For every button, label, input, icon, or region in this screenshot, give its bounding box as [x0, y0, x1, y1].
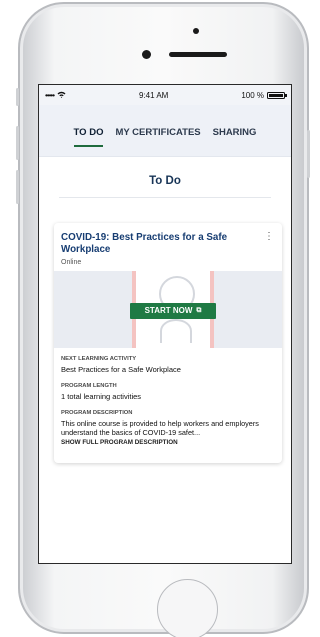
app-screen: ••••• 9:41 AM 100 % TO DO MY CERTIFICATE…	[38, 84, 292, 564]
wifi-icon	[57, 91, 66, 100]
tab-my-certificates[interactable]: MY CERTIFICATES	[115, 127, 200, 144]
status-time: 9:41 AM	[138, 90, 169, 100]
start-now-button[interactable]: START NOW ⧉	[130, 302, 216, 319]
home-button[interactable]	[157, 579, 218, 637]
next-activity-value: Best Practices for a Safe Workplace	[61, 364, 181, 374]
battery-percent: 100 %	[241, 90, 264, 100]
status-bar: ••••• 9:41 AM 100 %	[39, 85, 291, 105]
tab-bar: TO DO MY CERTIFICATES SHARING	[39, 105, 291, 157]
external-link-icon: ⧉	[196, 306, 202, 314]
more-options-icon[interactable]: ⋮	[264, 231, 274, 242]
program-format: Online	[61, 258, 82, 266]
program-description-label: PROGRAM DESCRIPTION	[61, 409, 133, 416]
earpiece-speaker	[169, 52, 227, 57]
volume-down-button	[16, 170, 19, 204]
tab-to-do[interactable]: TO DO	[73, 127, 103, 147]
section-divider	[59, 197, 271, 198]
virus-illustration-icon-lower	[160, 318, 192, 343]
front-camera	[142, 50, 151, 59]
show-full-description-link[interactable]: SHOW FULL PROGRAM DESCRIPTION	[61, 439, 275, 446]
signal-icon: •••••	[45, 90, 55, 100]
program-card: COVID-19: Best Practices for a Safe Work…	[54, 223, 282, 463]
start-now-label: START NOW	[144, 306, 193, 315]
program-description-value: This online course is provided to help w…	[61, 418, 259, 437]
battery-icon	[267, 91, 287, 99]
program-details: NEXT LEARNING ACTIVITY Best Practices fo…	[54, 348, 282, 447]
program-banner: START NOW ⧉	[54, 270, 282, 348]
program-length-label: PROGRAM LENGTH	[61, 382, 117, 389]
mute-switch	[16, 88, 19, 106]
program-title[interactable]: COVID-19: Best Practices for a Safe Work…	[54, 223, 282, 256]
volume-up-button	[16, 126, 19, 160]
page-title: To Do	[149, 175, 181, 187]
proximity-sensor	[193, 28, 199, 34]
tab-sharing[interactable]: SHARING	[213, 127, 257, 144]
power-button	[307, 130, 310, 178]
next-activity-label: NEXT LEARNING ACTIVITY	[61, 355, 137, 362]
program-length-value: 1 total learning activities	[61, 391, 142, 401]
